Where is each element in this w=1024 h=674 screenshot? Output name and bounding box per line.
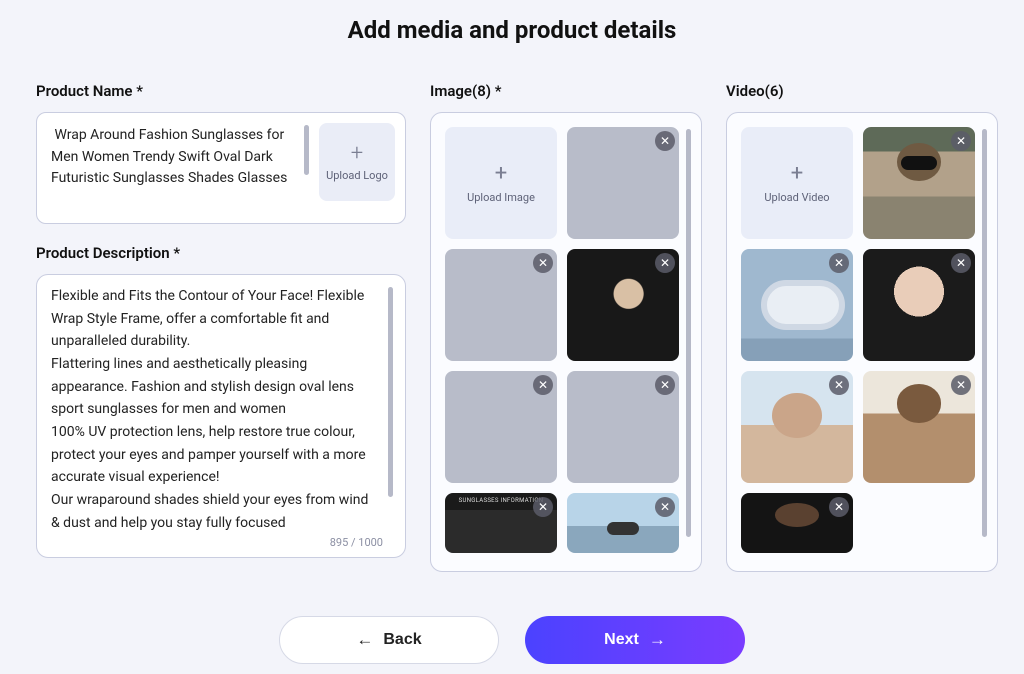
- next-button[interactable]: Next →: [525, 616, 745, 664]
- videos-grid: + Upload Video ✕ ✕ ✕ ✕: [741, 127, 978, 557]
- back-button[interactable]: ← Back: [279, 616, 499, 664]
- videos-scrollbar[interactable]: [982, 129, 987, 537]
- remove-video-button[interactable]: ✕: [951, 131, 971, 151]
- arrow-left-icon: ←: [356, 630, 373, 650]
- images-scrollbar[interactable]: [686, 129, 691, 537]
- image-thumbnail[interactable]: ✕: [445, 493, 557, 553]
- video-thumbnail[interactable]: ✕: [741, 371, 853, 483]
- close-icon: ✕: [956, 379, 966, 391]
- close-icon: ✕: [834, 501, 844, 513]
- plus-icon: +: [351, 143, 363, 165]
- close-icon: ✕: [538, 379, 548, 391]
- upload-video-label: Upload Video: [764, 191, 829, 204]
- product-name-box: + Upload Logo: [36, 112, 406, 224]
- close-icon: ✕: [660, 379, 670, 391]
- footer-buttons: ← Back Next →: [0, 616, 1024, 664]
- close-icon: ✕: [956, 257, 966, 269]
- arrow-right-icon: →: [649, 630, 666, 650]
- product-description-input[interactable]: [51, 285, 386, 547]
- product-description-scrollbar[interactable]: [388, 287, 393, 497]
- video-thumbnail[interactable]: ✕: [863, 249, 975, 361]
- images-grid: + Upload Image ✕ ✕ ✕ ✕ ✕: [445, 127, 682, 557]
- remove-image-button[interactable]: ✕: [533, 253, 553, 273]
- page-title: Add media and product details: [0, 0, 1024, 54]
- back-button-label: Back: [383, 631, 421, 649]
- image-thumbnail[interactable]: ✕: [567, 249, 679, 361]
- description-section: Product Description * 895 / 1000: [36, 244, 406, 558]
- remove-video-button[interactable]: ✕: [829, 497, 849, 517]
- close-icon: ✕: [660, 257, 670, 269]
- video-thumbnail[interactable]: ✕: [741, 249, 853, 361]
- form-panels: Product Name * + Upload Logo Product Des…: [0, 54, 1024, 572]
- product-description-label: Product Description *: [36, 244, 406, 262]
- images-panel: + Upload Image ✕ ✕ ✕ ✕ ✕: [430, 112, 702, 572]
- plus-icon: +: [791, 163, 803, 185]
- image-thumbnail[interactable]: ✕: [445, 249, 557, 361]
- close-icon: ✕: [538, 501, 548, 513]
- upload-image-label: Upload Image: [467, 191, 535, 204]
- upload-logo-label: Upload Logo: [326, 169, 388, 182]
- close-icon: ✕: [834, 379, 844, 391]
- next-button-label: Next: [604, 631, 639, 649]
- remove-image-button[interactable]: ✕: [655, 375, 675, 395]
- upload-video-button[interactable]: + Upload Video: [741, 127, 853, 239]
- remove-image-button[interactable]: ✕: [655, 497, 675, 517]
- plus-icon: +: [495, 163, 507, 185]
- remove-image-button[interactable]: ✕: [655, 131, 675, 151]
- image-thumbnail[interactable]: ✕: [567, 371, 679, 483]
- character-count: 895 / 1000: [330, 536, 383, 549]
- remove-video-button[interactable]: ✕: [829, 253, 849, 273]
- videos-panel: + Upload Video ✕ ✕ ✕ ✕: [726, 112, 998, 572]
- close-icon: ✕: [538, 257, 548, 269]
- remove-video-button[interactable]: ✕: [951, 375, 971, 395]
- close-icon: ✕: [834, 257, 844, 269]
- close-icon: ✕: [660, 135, 670, 147]
- product-name-input[interactable]: [45, 121, 296, 215]
- video-thumbnail[interactable]: ✕: [863, 127, 975, 239]
- remove-image-button[interactable]: ✕: [533, 497, 553, 517]
- images-label: Image(8) *: [430, 82, 702, 100]
- image-thumbnail[interactable]: ✕: [445, 371, 557, 483]
- video-thumbnail[interactable]: ✕: [741, 493, 853, 553]
- image-thumbnail[interactable]: ✕: [567, 493, 679, 553]
- product-name-scrollbar[interactable]: [304, 125, 309, 175]
- remove-video-button[interactable]: ✕: [951, 253, 971, 273]
- product-description-box: 895 / 1000: [36, 274, 406, 558]
- upload-image-button[interactable]: + Upload Image: [445, 127, 557, 239]
- videos-column: Video(6) + Upload Video ✕ ✕ ✕: [726, 82, 998, 572]
- upload-logo-button[interactable]: + Upload Logo: [319, 123, 395, 201]
- videos-label: Video(6): [726, 82, 998, 100]
- close-icon: ✕: [956, 135, 966, 147]
- video-thumbnail[interactable]: ✕: [863, 371, 975, 483]
- remove-image-button[interactable]: ✕: [655, 253, 675, 273]
- close-icon: ✕: [660, 501, 670, 513]
- remove-image-button[interactable]: ✕: [533, 375, 553, 395]
- images-column: Image(8) * + Upload Image ✕ ✕ ✕ ✕: [430, 82, 702, 572]
- left-column: Product Name * + Upload Logo Product Des…: [36, 82, 406, 572]
- product-name-label: Product Name *: [36, 82, 406, 100]
- remove-video-button[interactable]: ✕: [829, 375, 849, 395]
- image-thumbnail[interactable]: ✕: [567, 127, 679, 239]
